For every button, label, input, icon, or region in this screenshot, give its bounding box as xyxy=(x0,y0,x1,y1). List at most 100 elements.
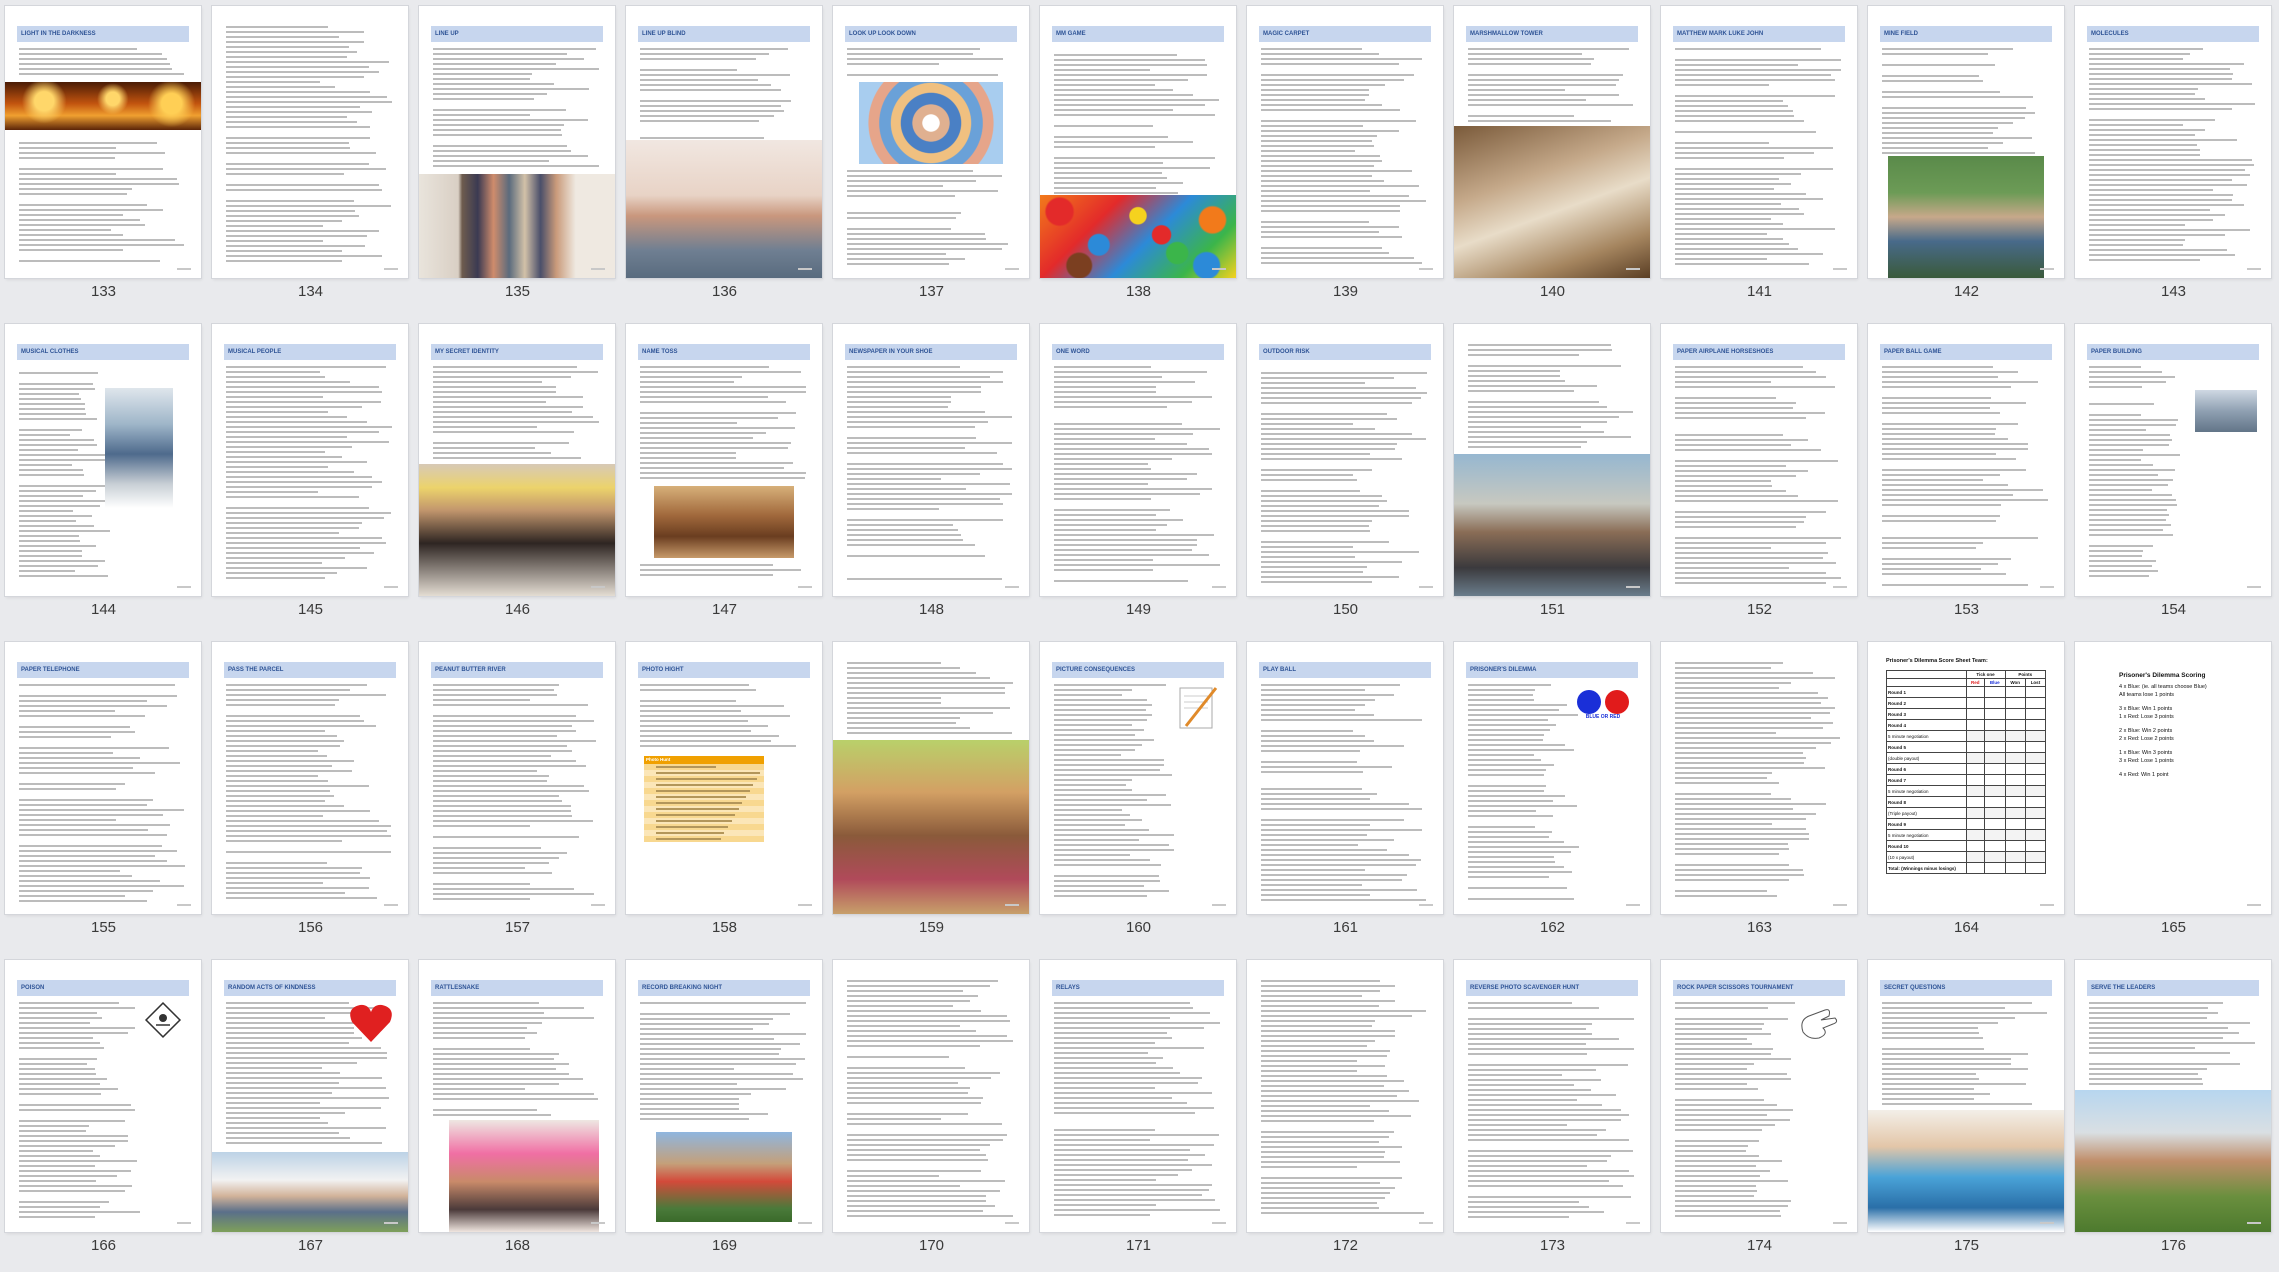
page-heading: LIGHT IN THE DARKNESS xyxy=(17,26,189,42)
page-cell: RATTLESNAKE 168 xyxy=(414,954,621,1272)
page-thumbnail[interactable]: RANDOM ACTS OF KINDNESS xyxy=(212,960,408,1232)
page-thumbnail[interactable]: RECORD BREAKING NIGHT xyxy=(626,960,822,1232)
score-cell xyxy=(1984,862,2006,874)
score-cell xyxy=(2004,774,2026,786)
score-row-label: 5 minute negotiation xyxy=(1886,785,1967,797)
page-thumbnail[interactable] xyxy=(1247,960,1443,1232)
page-cell: LINE UP BLIND 136 xyxy=(621,0,828,318)
page-thumbnail[interactable]: LINE UP BLIND xyxy=(626,6,822,278)
score-sheet-heading: Prisoner's Dilemma Score Sheet Team: xyxy=(1886,658,1988,664)
page-cell: MOLECULES 143 xyxy=(2070,0,2277,318)
page-thumbnail[interactable]: PAPER BALL GAME xyxy=(1868,324,2064,596)
page-thumbnail[interactable]: MM GAME xyxy=(1040,6,1236,278)
page-thumbnail[interactable]: MARSHMALLOW TOWER xyxy=(1454,6,1650,278)
score-cell xyxy=(2024,796,2047,808)
photo-hunt-row xyxy=(644,836,764,842)
score-cell xyxy=(1965,752,1985,764)
page-thumbnail[interactable]: PLAY BALL xyxy=(1247,642,1443,914)
page-footer xyxy=(2247,904,2261,906)
page-thumbnail[interactable]: MAGIC CARPET xyxy=(1247,6,1443,278)
page-thumbnail[interactable]: MUSICAL CLOTHES xyxy=(5,324,201,596)
score-cell xyxy=(1984,818,2006,830)
page-thumbnail[interactable] xyxy=(1454,324,1650,596)
page-thumbnail[interactable]: SECRET QUESTIONS xyxy=(1868,960,2064,1232)
text-lines xyxy=(1882,1002,2050,1108)
page-thumbnail[interactable] xyxy=(833,642,1029,914)
page-thumbnail[interactable]: PEANUT BUTTER RIVER xyxy=(419,642,615,914)
page-photo xyxy=(419,174,615,278)
text-lines xyxy=(1675,48,1843,268)
page-thumbnail[interactable]: RATTLESNAKE xyxy=(419,960,615,1232)
page-thumbnail[interactable]: MINE FIELD xyxy=(1868,6,2064,278)
page-number: 150 xyxy=(1332,601,1359,618)
page-thumbnail[interactable] xyxy=(212,6,408,278)
page-number: 175 xyxy=(1953,1237,1980,1254)
page-thumbnail[interactable]: PAPER TELEPHONE xyxy=(5,642,201,914)
page-photo xyxy=(656,1132,792,1222)
page-thumbnail[interactable] xyxy=(1661,642,1857,914)
page-number: 142 xyxy=(1953,283,1980,300)
page-thumbnail[interactable]: PHOTO HIGHT Photo Hunt xyxy=(626,642,822,914)
score-cell xyxy=(2024,829,2047,841)
page-number: 171 xyxy=(1125,1237,1152,1254)
page-thumbnail[interactable]: REVERSE PHOTO SCAVENGER HUNT xyxy=(1454,960,1650,1232)
page-thumbnail[interactable]: PICTURE CONSEQUENCES xyxy=(1040,642,1236,914)
page-thumbnail[interactable]: PASS THE PARCEL xyxy=(212,642,408,914)
page-photo xyxy=(859,82,1003,164)
text-lines xyxy=(1468,684,1580,903)
page-thumbnail[interactable]: POISON xyxy=(5,960,201,1232)
red-header: Red xyxy=(1965,678,1985,687)
page-thumbnail[interactable]: LIGHT IN THE DARKNESS xyxy=(5,6,201,278)
score-cell xyxy=(1965,697,1985,709)
page-thumbnail[interactable]: MUSICAL PEOPLE xyxy=(212,324,408,596)
page-thumbnail[interactable]: NEWSPAPER IN YOUR SHOE xyxy=(833,324,1029,596)
page-heading: MATTHEW MARK LUKE JOHN xyxy=(1673,26,1845,42)
page-thumbnail[interactable]: RELAYS xyxy=(1040,960,1236,1232)
score-cell xyxy=(2004,730,2026,742)
page-thumbnail[interactable] xyxy=(833,960,1029,1232)
text-lines xyxy=(1261,980,1429,1217)
text-lines xyxy=(433,684,601,903)
text-lines xyxy=(1261,48,1429,267)
page-cell: PICTURE CONSEQUENCES 160 xyxy=(1035,636,1242,954)
score-cell xyxy=(2004,818,2026,830)
page-footer xyxy=(1212,586,1226,588)
score-cell xyxy=(1965,730,1985,742)
page-cell: PEANUT BUTTER RIVER 157 xyxy=(414,636,621,954)
page-thumbnail[interactable]: MY SECRET IDENTITY xyxy=(419,324,615,596)
page-cell: 159 xyxy=(828,636,1035,954)
page-cell: NEWSPAPER IN YOUR SHOE 148 xyxy=(828,318,1035,636)
page-thumbnail[interactable]: ONE WORD xyxy=(1040,324,1236,596)
page-number: 168 xyxy=(504,1237,531,1254)
text-lines xyxy=(1675,662,1843,900)
blue-header: Blue xyxy=(1984,678,2006,687)
score-cell xyxy=(2004,697,2026,709)
text-lines xyxy=(1675,366,1843,587)
page-thumbnail[interactable]: MATTHEW MARK LUKE JOHN xyxy=(1661,6,1857,278)
page-footer xyxy=(798,1222,812,1224)
page-heading: ONE WORD xyxy=(1052,344,1224,360)
page-thumbnail[interactable]: MOLECULES xyxy=(2075,6,2271,278)
text-lines xyxy=(226,26,394,265)
score-cell xyxy=(2024,851,2047,863)
page-thumbnail[interactable]: ROCK PAPER SCISSORS TOURNAMENT xyxy=(1661,960,1857,1232)
page-cell: RANDOM ACTS OF KINDNESS 167 xyxy=(207,954,414,1272)
page-thumbnail[interactable]: PAPER BUILDING xyxy=(2075,324,2271,596)
page-thumbnail[interactable]: LINE UP xyxy=(419,6,615,278)
page-thumbnail[interactable]: OUTDOOR RISK xyxy=(1247,324,1443,596)
won-header: Won xyxy=(2004,678,2026,687)
page-footer xyxy=(798,586,812,588)
photo-hunt-row-text xyxy=(656,814,736,816)
page-footer xyxy=(1419,268,1433,270)
page-thumbnail[interactable]: Prisoner's Dilemma Score Sheet Team: Tick… xyxy=(1868,642,2064,914)
page-thumbnail[interactable]: LOOK UP LOOK DOWN xyxy=(833,6,1029,278)
page-thumbnail[interactable]: NAME TOSS xyxy=(626,324,822,596)
page-thumbnail[interactable]: PRISONER'S DILEMMA BLUE OR RED xyxy=(1454,642,1650,914)
page-thumbnail[interactable]: PAPER AIRPLANE HORSESHOES xyxy=(1661,324,1857,596)
score-cell xyxy=(1965,796,1985,808)
page-thumbnail[interactable]: Prisoner's Dilemma Scoring 4 x Blue: (ie.… xyxy=(2075,642,2271,914)
page-footer xyxy=(1833,904,1847,906)
page-cell: PAPER AIRPLANE HORSESHOES 152 xyxy=(1656,318,1863,636)
text-lines xyxy=(2089,366,2181,580)
page-thumbnail[interactable]: SERVE THE LEADERS xyxy=(2075,960,2271,1232)
